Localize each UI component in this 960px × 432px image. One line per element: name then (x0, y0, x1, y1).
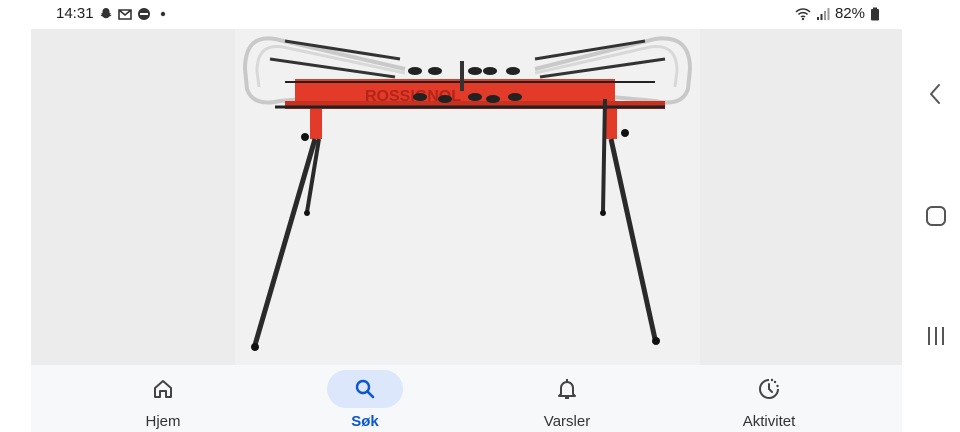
nav-item-activity[interactable]: Aktivitet (699, 365, 839, 432)
nav-label-search: Søk (351, 413, 379, 430)
app-icon (137, 7, 150, 20)
nav-label-home: Hjem (145, 413, 181, 430)
battery-percent: 82% (834, 5, 865, 22)
snapchat-icon (100, 7, 112, 18)
status-bar: 14:31 82% (0, 0, 960, 28)
signal-icon (816, 7, 830, 20)
nav-item-notifications[interactable]: Varsler (497, 365, 637, 432)
recents-icon[interactable] (922, 322, 950, 350)
system-navigation (912, 0, 960, 432)
home-button-icon[interactable] (922, 202, 950, 230)
activity-icon (759, 378, 779, 399)
wifi-icon (795, 7, 811, 20)
battery-icon (871, 7, 879, 20)
back-icon[interactable] (922, 80, 950, 108)
product-image: ROSSIGNOL (235, 29, 700, 365)
search-icon (355, 379, 375, 399)
dot-icon (160, 11, 165, 16)
nav-label-activity: Aktivitet (742, 413, 796, 430)
gmail-icon (117, 8, 132, 20)
status-time: 14:31 (56, 5, 94, 22)
image-viewer[interactable]: ROSSIGNOL (31, 29, 902, 365)
status-left: 14:31 (56, 5, 170, 22)
nav-item-home[interactable]: Hjem (93, 365, 233, 432)
bell-icon (558, 379, 576, 399)
nav-label-notifications: Varsler (543, 413, 591, 430)
status-right: 82% (795, 5, 880, 22)
bottom-navigation: Hjem Søk Varsler Aktivitet (31, 365, 902, 432)
home-icon (154, 380, 172, 398)
ski-waxing-table-illustration: ROSSIGNOL (242, 36, 693, 351)
nav-item-search[interactable]: Søk (295, 365, 435, 432)
